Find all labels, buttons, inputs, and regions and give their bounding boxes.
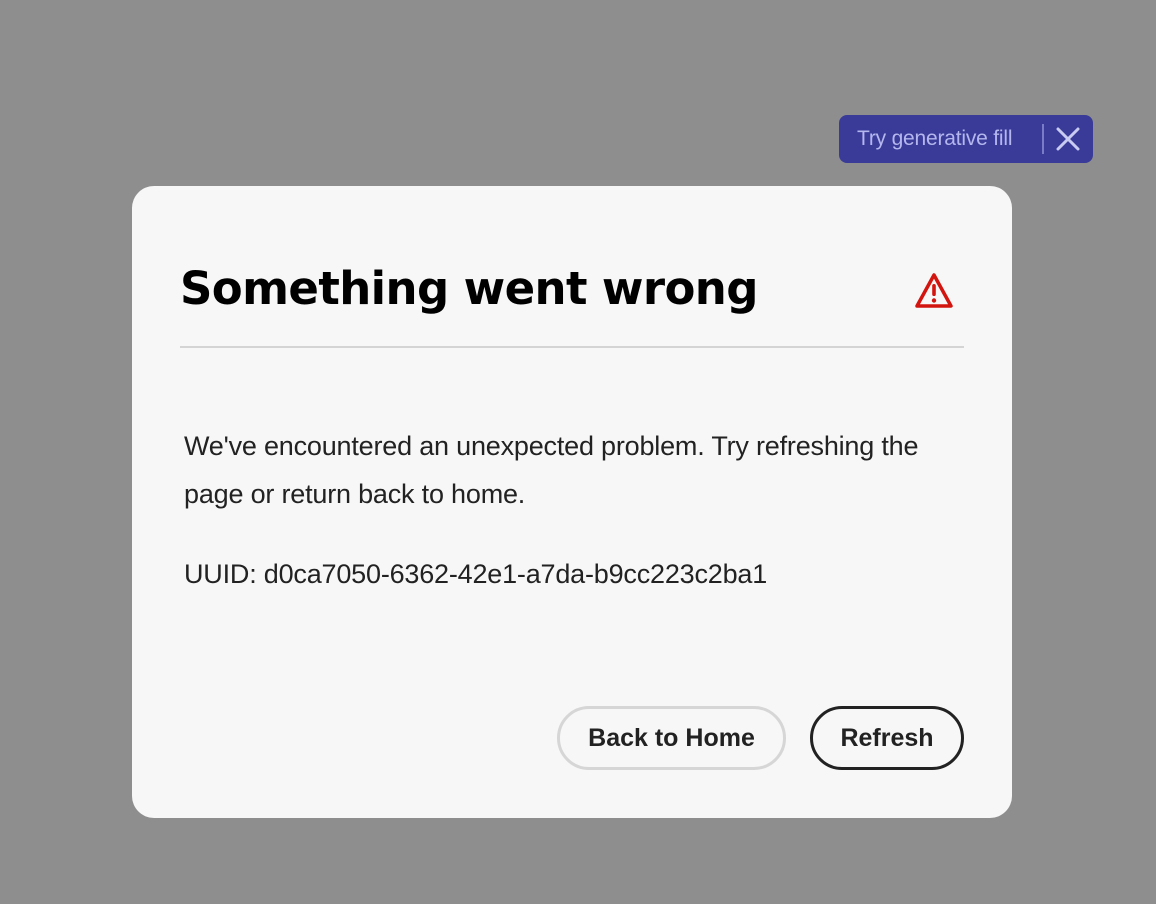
generative-fill-label[interactable]: Try generative fill bbox=[857, 127, 1013, 151]
title-divider bbox=[180, 346, 964, 348]
toast-divider bbox=[1042, 124, 1044, 154]
error-dialog: Something went wrong We've encountered a… bbox=[132, 186, 1012, 818]
error-uuid: UUID: d0ca7050-6362-42e1-a7da-b9cc223c2b… bbox=[184, 559, 768, 589]
dialog-title: Something went wrong bbox=[180, 262, 758, 315]
generative-fill-toast: Try generative fill bbox=[839, 115, 1093, 163]
close-icon[interactable] bbox=[1054, 125, 1082, 153]
refresh-button[interactable]: Refresh bbox=[810, 706, 964, 770]
alert-triangle-icon bbox=[914, 272, 954, 310]
error-message: We've encountered an unexpected problem.… bbox=[184, 431, 919, 509]
back-to-home-button[interactable]: Back to Home bbox=[557, 706, 786, 770]
